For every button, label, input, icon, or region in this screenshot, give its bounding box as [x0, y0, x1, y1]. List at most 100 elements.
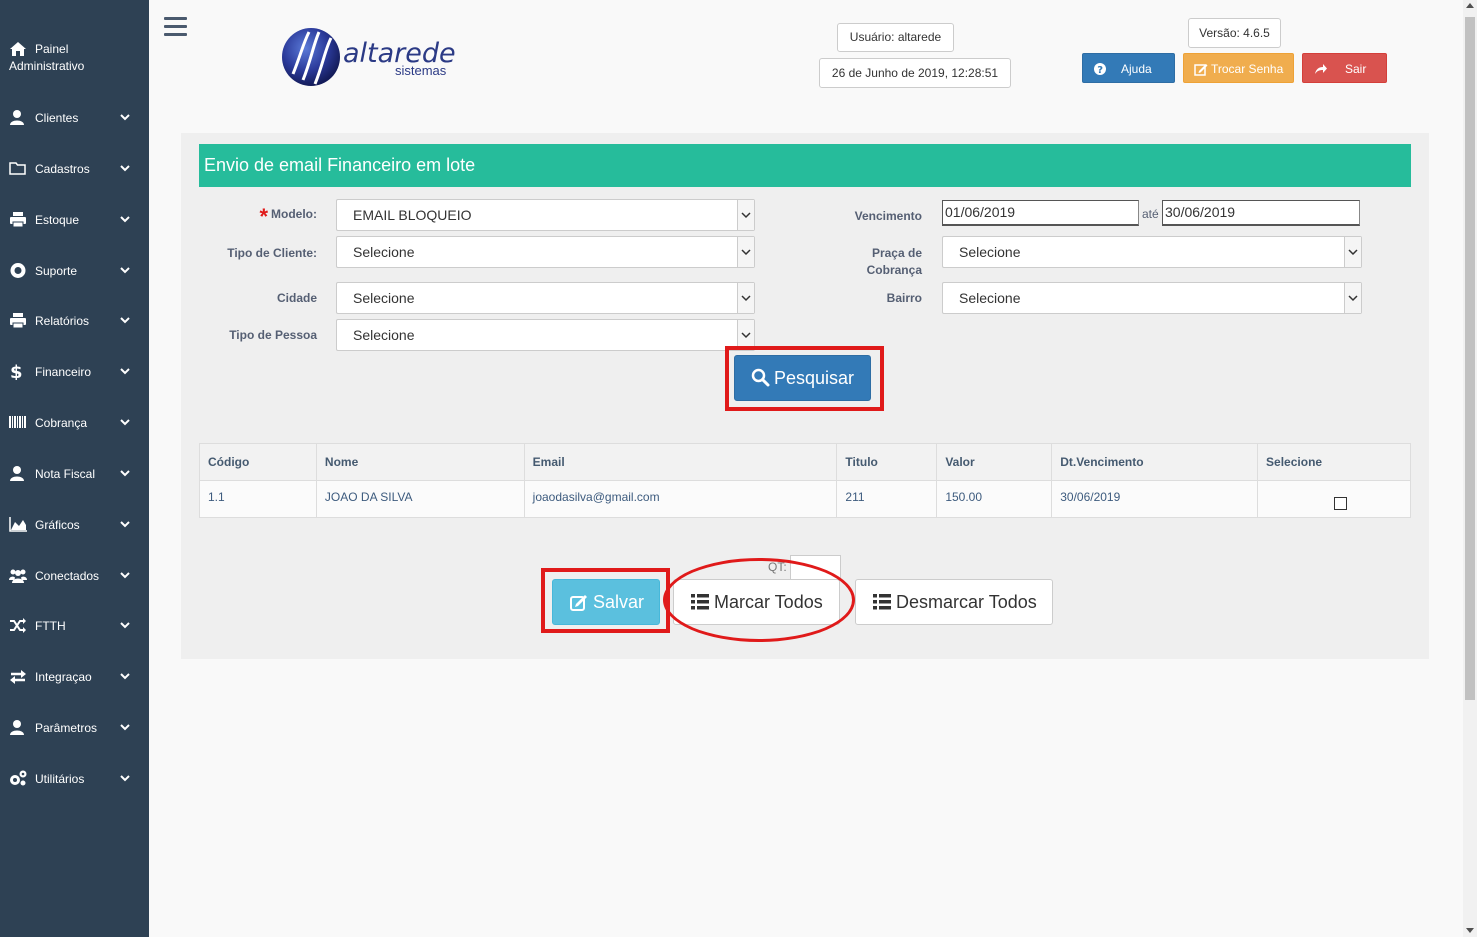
barcode-icon	[9, 416, 26, 428]
modelo-select-value: EMAIL BLOQUEIO	[353, 207, 472, 223]
vencimento-from-input[interactable]: 01/06/2019	[942, 200, 1139, 226]
cidade-label: Cidade	[276, 291, 317, 305]
column-header-nome: Nome	[315, 443, 525, 481]
bairro-label: Bairro	[886, 291, 922, 305]
share-icon	[1315, 64, 1327, 74]
column-header-codigo: Código	[199, 443, 317, 481]
users-icon	[9, 569, 27, 583]
logout-label: Sair	[1345, 62, 1367, 76]
chevron-down-icon	[120, 165, 130, 172]
svg-text:$: $	[10, 363, 23, 380]
tipo-cliente-select[interactable]: Selecione	[336, 236, 755, 268]
sidebar-item-relatorios[interactable]: Relatórios	[0, 309, 149, 333]
sidebar-dashboard-label-2: Administrativo	[9, 59, 85, 73]
datetime-badge: 26 de Junho de 2019, 12:28:51	[819, 58, 1011, 88]
sidebar-item-clientes[interactable]: Clientes	[0, 106, 149, 130]
highlight-box-search	[725, 346, 884, 411]
tipo-pessoa-select-value: Selecione	[353, 327, 415, 343]
row-select-checkbox[interactable]	[1334, 497, 1348, 510]
tipo-cliente-select-value: Selecione	[353, 244, 415, 260]
random-icon	[10, 618, 26, 633]
sidebar-item-label: Cadastros	[35, 162, 90, 176]
dollar-icon: $	[10, 363, 23, 380]
sidebar-item-financeiro[interactable]: $ Financeiro	[0, 360, 149, 384]
vencimento-to-input[interactable]: 30/06/2019	[1162, 200, 1360, 226]
praca-label-line2: Cobrança	[866, 263, 922, 277]
vencimento-label: Vencimento	[854, 209, 922, 223]
chevron-down-icon	[120, 470, 130, 477]
svg-text:?: ?	[1097, 65, 1103, 76]
highlight-box-save	[541, 568, 670, 633]
sidebar-item-label: Relatórios	[35, 314, 90, 328]
sidebar-item-ftth[interactable]: FTTH	[0, 614, 149, 638]
help-button[interactable]: ? Ajuda	[1082, 53, 1175, 83]
chevron-down-icon	[120, 267, 130, 274]
chevron-down-icon	[737, 283, 754, 313]
scroll-down-icon[interactable]	[1466, 928, 1474, 933]
sidebar-dashboard-link[interactable]: Painel Administrativo	[9, 41, 144, 75]
logout-button[interactable]: Sair	[1302, 53, 1387, 83]
sidebar-item-label: Suporte	[35, 264, 78, 278]
ate-label: até	[1142, 207, 1159, 221]
sidebar-item-utilitarios[interactable]: Utilitários	[0, 767, 149, 791]
results-table: Código Nome Email Titulo Valor Dt.Vencim…	[199, 443, 1411, 518]
page-title: Envio de email Financeiro em lote	[199, 144, 1411, 187]
chevron-down-icon	[120, 216, 130, 223]
printer-icon	[10, 212, 26, 228]
sidebar-item-graficos[interactable]: Gráficos	[0, 513, 149, 537]
sidebar-item-cobranca[interactable]: Cobrança	[0, 411, 149, 435]
logo-sphere-icon	[282, 28, 340, 86]
sidebar-item-suporte[interactable]: Suporte	[0, 259, 149, 283]
scrollbar-thumb[interactable]	[1465, 17, 1475, 700]
chevron-down-icon	[120, 775, 130, 782]
cell-selecione	[1257, 480, 1411, 518]
help-button-label: Ajuda	[1121, 62, 1152, 76]
menu-toggle-icon[interactable]	[164, 17, 187, 36]
chevron-down-icon	[120, 521, 130, 528]
praca-select[interactable]: Selecione	[942, 236, 1362, 268]
unmark-all-button[interactable]: Desmarcar Todos	[855, 579, 1053, 625]
cell-valor: 150.00	[936, 480, 1053, 518]
sidebar-item-label: Clientes	[35, 111, 79, 125]
sidebar-item-label: Estoque	[35, 213, 80, 227]
sidebar-item-conectados[interactable]: Conectados	[0, 564, 149, 588]
cogs-icon	[10, 770, 27, 786]
modelo-label: * Modelo:	[259, 204, 317, 229]
area-chart-icon	[9, 517, 27, 532]
user-icon	[10, 110, 24, 125]
page-scrollbar[interactable]	[1463, 0, 1477, 937]
cell-nome: JOAO DA SILVA	[315, 480, 525, 518]
highlight-ellipse-mark-all	[663, 558, 855, 642]
user-icon	[10, 466, 24, 481]
sidebar-item-cadastros[interactable]: Cadastros	[0, 157, 149, 181]
logo-subtitle: sistemas	[395, 63, 447, 78]
chevron-down-icon	[120, 419, 130, 426]
scroll-up-icon[interactable]	[1466, 3, 1474, 8]
tipo-pessoa-label: Tipo de Pessoa	[229, 328, 317, 342]
version-badge: Versão: 4.6.5	[1188, 18, 1281, 48]
sidebar-item-nota-fiscal[interactable]: Nota Fiscal	[0, 462, 149, 486]
folder-icon	[9, 162, 26, 175]
cidade-select[interactable]: Selecione	[336, 282, 755, 314]
logo: altarede sistemas	[279, 24, 464, 90]
chevron-down-icon	[737, 200, 754, 230]
column-header-titulo: Titulo	[836, 443, 938, 481]
bairro-select[interactable]: Selecione	[942, 282, 1362, 314]
sidebar-item-estoque[interactable]: Estoque	[0, 208, 149, 232]
sidebar-item-parametros[interactable]: Parâmetros	[0, 716, 149, 740]
cell-email: joaodasilva@gmail.com	[523, 480, 838, 518]
change-password-button[interactable]: Trocar Senha	[1183, 53, 1294, 83]
tipo-pessoa-select[interactable]: Selecione	[336, 319, 755, 351]
sidebar-item-label: Gráficos	[35, 518, 80, 532]
chevron-down-icon	[120, 622, 130, 629]
question-circle-icon: ?	[1094, 63, 1106, 76]
sidebar-item-label: Parâmetros	[35, 721, 98, 735]
list-icon	[873, 594, 891, 610]
chevron-down-icon	[120, 724, 130, 731]
sidebar: Painel Administrativo Clientes Cadastros…	[0, 0, 149, 937]
chevron-down-icon	[120, 368, 130, 375]
modelo-select[interactable]: EMAIL BLOQUEIO	[336, 199, 755, 231]
sidebar-item-integracao[interactable]: Integraçao	[0, 665, 149, 689]
required-asterisk-icon: *	[259, 204, 268, 229]
bairro-select-value: Selecione	[959, 290, 1021, 306]
